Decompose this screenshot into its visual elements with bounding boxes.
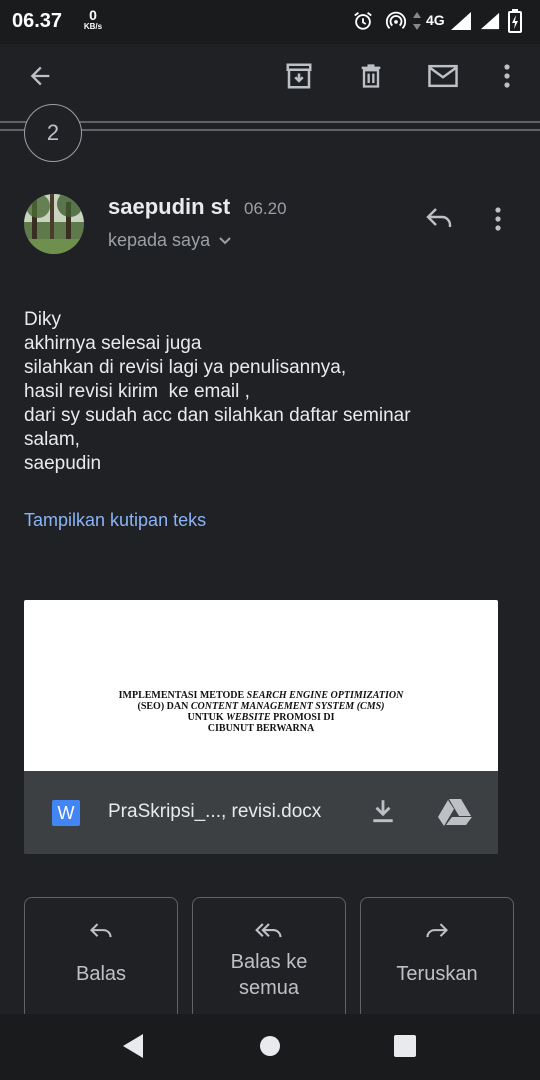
collapsed-messages-count[interactable]: 2: [24, 104, 82, 162]
delete-icon: [357, 61, 385, 96]
status-bar: 06.37 0 KB/s 4G: [0, 0, 540, 44]
mark-unread-button[interactable]: [423, 58, 463, 98]
preview-text: IMPLEMENTASI METODE SEARCH ENGINE OPTIMI…: [118, 690, 404, 734]
message-more-button[interactable]: [494, 206, 502, 237]
battery-icon: [508, 9, 522, 38]
body-line: silahkan di revisi lagi ya penulisannya,: [24, 357, 347, 378]
status-time: 06.37: [12, 10, 63, 32]
attachment-bar: W PraSkripsi_..., revisi.docx: [24, 771, 498, 854]
forward-action-button[interactable]: Teruskan: [360, 897, 514, 1027]
nav-back-button[interactable]: [118, 1033, 148, 1063]
nav-recents-button[interactable]: [390, 1033, 420, 1063]
forward-label: Teruskan: [396, 963, 478, 985]
archive-icon: [284, 61, 314, 96]
network-speed-unit: KB/s: [83, 22, 103, 31]
nav-home-button[interactable]: [255, 1033, 285, 1063]
reply-all-icon: [254, 920, 284, 947]
body-line: saepudin: [24, 453, 102, 474]
body-line: akhirnya selesai juga: [24, 333, 202, 354]
back-icon: [26, 62, 54, 95]
save-to-drive-button[interactable]: [438, 797, 472, 832]
network-speed-value: 0: [89, 7, 97, 23]
message-time: 06.20: [244, 199, 287, 218]
body-line: dari sy sudah acc dan silahkan daftar se…: [24, 405, 411, 426]
system-nav-bar: [0, 1014, 540, 1080]
back-button[interactable]: [20, 58, 60, 98]
thread-divider-top: [0, 121, 540, 123]
reply-all-label: Balas ke semua: [230, 951, 308, 999]
signal-icon: [450, 11, 472, 36]
data-transfer-icon: [412, 11, 422, 36]
alarm-icon: [352, 10, 374, 37]
circle-home-icon: [259, 1035, 281, 1062]
delete-button[interactable]: [351, 58, 391, 98]
message-body: Diky akhirnya selesai juga silahkan di r…: [24, 308, 411, 476]
signal-icon-2: [480, 11, 500, 36]
network-speed: 0 KB/s: [80, 8, 106, 31]
reply-button[interactable]: [424, 206, 454, 235]
more-icon: [494, 207, 502, 236]
attachment-preview[interactable]: IMPLEMENTASI METODE SEARCH ENGINE OPTIMI…: [24, 600, 498, 771]
reply-icon: [424, 208, 454, 234]
body-line: salam,: [24, 429, 80, 450]
mail-icon: [427, 62, 459, 95]
reply-label: Balas: [75, 963, 127, 985]
attachment-card[interactable]: IMPLEMENTASI METODE SEARCH ENGINE OPTIMI…: [24, 600, 498, 854]
archive-button[interactable]: [279, 58, 319, 98]
more-icon: [503, 63, 511, 94]
sender-name: saepudin st: [108, 194, 231, 219]
recipient-details[interactable]: kepada saya: [108, 230, 232, 251]
body-line: hasil revisi kirim ke email ,: [24, 381, 250, 402]
word-doc-icon: W: [52, 800, 80, 826]
reply-icon: [88, 920, 114, 947]
forward-icon: [424, 920, 450, 947]
more-options-button[interactable]: [487, 58, 527, 98]
drive-icon: [438, 799, 472, 831]
recipient-label: kepada saya: [108, 230, 211, 250]
show-quoted-text-link[interactable]: Tampilkan kutipan teks: [24, 510, 206, 531]
download-button[interactable]: [370, 797, 396, 830]
chevron-down-icon: [218, 230, 232, 251]
square-recents-icon: [394, 1034, 416, 1062]
reply-action-button[interactable]: Balas: [24, 897, 178, 1027]
hotspot-icon: [384, 10, 408, 37]
top-app-bar: [0, 44, 540, 112]
attachment-filename: PraSkripsi_..., revisi.docx: [108, 801, 322, 822]
avatar[interactable]: [24, 194, 84, 254]
network-type: 4G: [426, 12, 445, 28]
download-icon: [370, 800, 396, 829]
triangle-back-icon: [121, 1033, 145, 1064]
body-line: Diky: [24, 309, 61, 330]
reply-all-action-button[interactable]: Balas ke semua: [192, 897, 346, 1027]
